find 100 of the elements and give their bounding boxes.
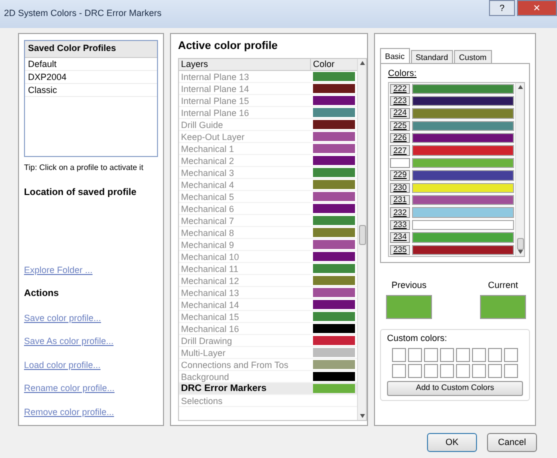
color-index-button[interactable]: 232 [390,207,410,218]
color-swatch[interactable] [412,120,514,132]
color-swatch[interactable] [313,108,355,116]
custom-color-slot[interactable] [456,364,470,378]
layer-name[interactable]: Mechanical 11 [179,262,311,274]
cancel-button[interactable]: Cancel [487,433,537,452]
color-index-button[interactable]: 222 [390,84,410,94]
profile-item[interactable]: DXP2004 [25,70,157,84]
color-swatch[interactable] [313,288,355,296]
action-link[interactable]: Save As color profile... [24,335,158,348]
tab[interactable]: Basic [380,48,410,63]
color-swatch[interactable] [412,244,514,255]
layer-name[interactable]: Mechanical 4 [179,178,311,190]
layer-name[interactable]: Mechanical 7 [179,214,311,226]
color-swatch[interactable] [313,324,355,332]
layer-name[interactable]: Internal Plane 15 [179,94,311,106]
color-swatch[interactable] [313,156,355,164]
color-swatch[interactable] [412,145,514,156]
layer-name[interactable]: Keep-Out Layer [179,130,311,142]
color-swatch[interactable] [313,384,355,392]
color-swatch[interactable] [313,144,355,152]
layer-name[interactable]: Multi-Layer [179,346,311,358]
custom-color-slot[interactable] [424,348,438,362]
color-swatch[interactable] [412,133,514,144]
layer-name[interactable]: Mechanical 15 [179,310,311,322]
color-swatch[interactable] [313,336,355,344]
custom-color-slot[interactable] [488,364,502,378]
ok-button[interactable]: OK [427,433,477,452]
custom-color-slot[interactable] [408,364,422,378]
scroll-down-icon[interactable] [360,414,364,418]
layer-name[interactable]: Mechanical 12 [179,274,311,286]
color-swatch[interactable] [313,168,355,176]
layer-name[interactable]: Mechanical 1 [179,142,311,154]
color-index-button[interactable]: 225 [390,120,410,132]
color-swatch[interactable] [313,312,355,320]
color-swatch[interactable] [313,372,355,380]
custom-color-slot[interactable] [504,364,518,378]
color-index-button[interactable]: 231 [390,195,410,206]
action-link[interactable]: Load color profile... [24,358,158,372]
color-swatch[interactable] [313,360,355,368]
color-index-button[interactable]: 233 [390,220,410,230]
profile-item[interactable]: Default [25,58,157,70]
color-swatch[interactable] [412,195,514,206]
color-swatch[interactable] [412,96,514,106]
layer-name[interactable]: Background [179,370,311,382]
color-index-button[interactable]: 223 [390,96,410,106]
color-swatch[interactable] [313,216,355,224]
custom-color-slot[interactable] [472,348,486,362]
explore-link[interactable]: Explore Folder ... [24,264,158,278]
color-index-button[interactable]: 234 [390,232,410,243]
layer-name[interactable]: Drill Guide [179,118,311,130]
custom-color-slot[interactable] [440,364,454,378]
help-button[interactable]: ? [489,0,515,16]
custom-color-slot[interactable] [392,348,406,362]
layer-name[interactable]: Mechanical 16 [179,322,311,334]
custom-color-slot[interactable] [456,348,470,362]
color-swatch[interactable] [313,252,355,260]
scroll-thumb[interactable] [358,224,366,244]
layer-name[interactable]: Mechanical 10 [179,250,311,262]
color-swatch[interactable] [412,182,514,194]
color-swatch[interactable] [313,348,355,356]
layer-name[interactable]: Mechanical 9 [179,238,311,250]
custom-color-slot[interactable] [424,364,438,378]
custom-color-slot[interactable] [408,348,422,362]
action-link[interactable]: Save color profile... [24,312,158,325]
color-swatch[interactable] [313,180,355,188]
color-swatch[interactable] [412,232,514,243]
color-swatch[interactable] [313,84,355,92]
action-link[interactable]: Remove color profile... [24,406,158,419]
layer-name[interactable]: Internal Plane 13 [179,70,311,82]
tab[interactable]: Standard [410,50,454,63]
color-swatch[interactable] [313,72,355,80]
color-swatch[interactable] [313,264,355,272]
layer-name[interactable]: Selections [179,394,311,406]
scrollbar[interactable] [515,82,524,256]
tab[interactable]: Custom [454,50,492,63]
color-index-button[interactable]: 224 [390,108,410,119]
color-index-button[interactable] [390,158,410,168]
selected-row[interactable]: DRC Error Markers [179,382,357,394]
scroll-thumb[interactable] [516,238,524,250]
color-index-button[interactable]: 227 [390,145,410,156]
color-swatch[interactable] [313,204,355,212]
layer-name[interactable]: Mechanical 5 [179,190,311,202]
color-index-button[interactable]: 230 [390,182,410,194]
color-swatch[interactable] [412,207,514,218]
layer-name[interactable]: Internal Plane 16 [179,106,311,118]
color-swatch[interactable] [313,120,355,128]
layer-name[interactable]: Mechanical 3 [179,166,311,178]
color-swatch[interactable] [313,192,355,200]
layer-name[interactable]: Mechanical 6 [179,202,311,214]
color-swatch[interactable] [313,96,355,104]
color-swatch[interactable] [412,220,514,230]
color-index-button[interactable]: 226 [390,133,410,144]
custom-color-slot[interactable] [504,348,518,362]
layer-name[interactable]: Connections and From Tos [179,358,311,370]
close-button[interactable]: ✕ [517,0,557,16]
color-swatch[interactable] [313,300,355,308]
color-swatch[interactable] [313,228,355,236]
scrollbar[interactable] [357,58,366,420]
custom-color-slot[interactable] [488,348,502,362]
